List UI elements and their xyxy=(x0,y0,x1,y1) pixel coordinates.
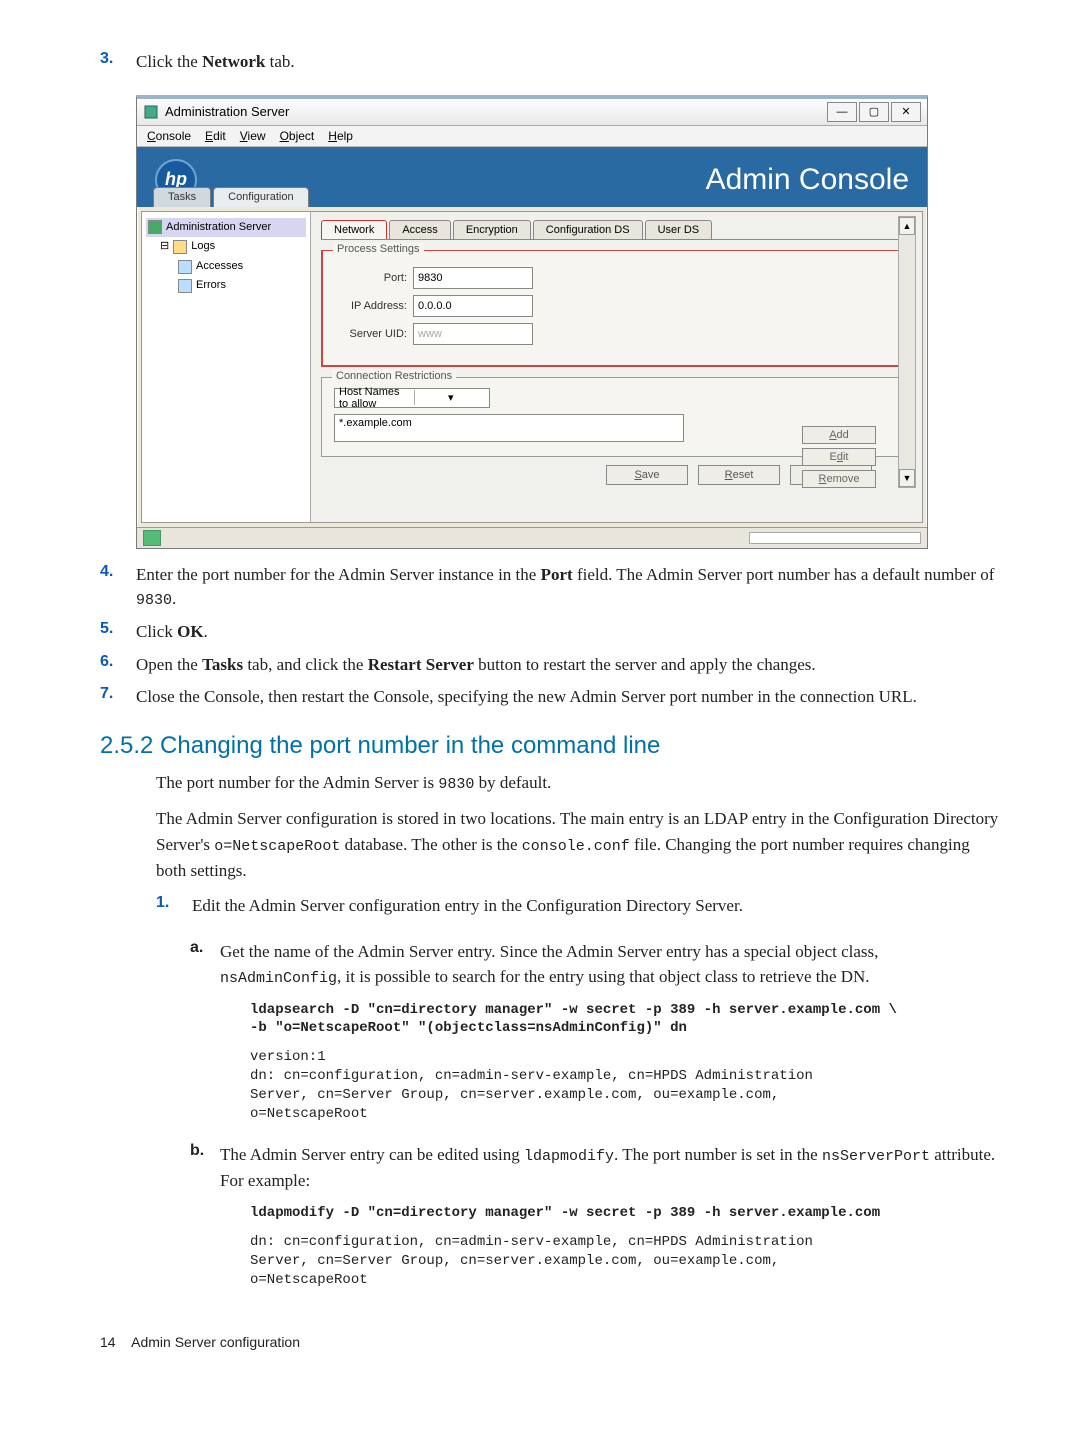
banner: hp Admin Console Tasks Configuration xyxy=(137,147,927,207)
nav-tree: Administration Server ⊟ Logs Accesses Er… xyxy=(142,212,311,522)
tab-configuration[interactable]: Configuration xyxy=(213,187,308,207)
step-text: Click OK. xyxy=(136,620,1000,645)
banner-title: Admin Console xyxy=(706,163,909,207)
ip-input[interactable] xyxy=(413,295,533,317)
code-block: ldapmodify -D "cn=directory manager" -w … xyxy=(250,1204,1000,1223)
tab-user-ds[interactable]: User DS xyxy=(645,220,713,239)
step-number: 3. xyxy=(100,50,136,75)
log-icon xyxy=(178,260,192,274)
tree-logs[interactable]: ⊟ Logs xyxy=(146,237,306,257)
maximize-button[interactable]: ▢ xyxy=(859,102,889,122)
tab-access[interactable]: Access xyxy=(389,220,450,239)
page-footer: 14 Admin Server configuration xyxy=(100,1308,1000,1350)
section-heading: 2.5.2 Changing the port number in the co… xyxy=(100,732,1000,760)
tab-network[interactable]: Network xyxy=(321,220,387,239)
step-text: Open the Tasks tab, and click the Restar… xyxy=(136,653,1000,678)
paragraph: The Admin Server configuration is stored… xyxy=(156,806,1000,884)
step-text: Close the Console, then restart the Cons… xyxy=(136,685,1000,710)
folder-icon xyxy=(173,240,187,254)
scroll-up-icon[interactable]: ▲ xyxy=(899,217,915,235)
menu-view[interactable]: View xyxy=(240,129,266,143)
port-input[interactable] xyxy=(413,267,533,289)
step-number: 6. xyxy=(100,653,136,678)
minimize-button[interactable]: — xyxy=(827,102,857,122)
uid-input[interactable] xyxy=(413,323,533,345)
tree-errors[interactable]: Errors xyxy=(146,276,306,296)
port-label: Port: xyxy=(335,272,407,284)
add-button[interactable]: Add xyxy=(802,426,876,444)
statusbar xyxy=(137,527,927,548)
tree-accesses[interactable]: Accesses xyxy=(146,257,306,277)
step-number: 4. xyxy=(100,563,136,612)
remove-button[interactable]: Remove xyxy=(802,470,876,488)
progress-bar xyxy=(749,532,921,544)
step-text: Click the Network tab. xyxy=(136,50,1000,75)
chevron-down-icon: ▾ xyxy=(414,390,488,405)
step-number: 5. xyxy=(100,620,136,645)
process-settings-group: Process Settings Port: IP Address: Serve… xyxy=(321,250,912,367)
status-icon xyxy=(143,530,161,546)
hostnames-list[interactable]: *.example.com xyxy=(334,414,684,442)
tab-encryption[interactable]: Encryption xyxy=(453,220,531,239)
step-text: Edit the Admin Server configuration entr… xyxy=(192,894,1000,919)
tab-tasks[interactable]: Tasks xyxy=(153,187,211,207)
step-number: 1. xyxy=(156,894,192,919)
close-button[interactable]: ✕ xyxy=(891,102,921,122)
menu-help[interactable]: Help xyxy=(328,129,353,143)
substep-text: The Admin Server entry can be edited usi… xyxy=(220,1142,1000,1300)
substep-letter: a. xyxy=(190,939,220,1134)
code-block: ldapsearch -D "cn=directory manager" -w … xyxy=(250,1001,1000,1039)
menu-object[interactable]: Object xyxy=(280,129,315,143)
scroll-down-icon[interactable]: ▼ xyxy=(899,469,915,487)
reset-button[interactable]: Reset xyxy=(698,465,780,485)
edit-button[interactable]: Edit xyxy=(802,448,876,466)
menu-edit[interactable]: Edit xyxy=(205,129,226,143)
menubar: Console Edit View Object Help xyxy=(137,126,927,147)
substep-letter: b. xyxy=(190,1142,220,1300)
window-titlebar: Administration Server — ▢ ✕ xyxy=(137,99,927,126)
tab-config-ds[interactable]: Configuration DS xyxy=(533,220,643,239)
code-block: dn: cn=configuration, cn=admin-serv-exam… xyxy=(250,1233,1000,1290)
step-number: 7. xyxy=(100,685,136,710)
scrollbar[interactable]: ▲ ▼ xyxy=(898,216,916,488)
uid-label: Server UID: xyxy=(335,328,407,340)
app-icon xyxy=(143,104,159,120)
save-button[interactable]: Save xyxy=(606,465,688,485)
code-block: version:1 dn: cn=configuration, cn=admin… xyxy=(250,1048,1000,1124)
tree-admin-server[interactable]: Administration Server xyxy=(146,218,306,238)
window-title: Administration Server xyxy=(165,104,289,119)
group-title: Process Settings xyxy=(333,243,424,255)
server-icon xyxy=(148,220,162,234)
screenshot-window: Administration Server — ▢ ✕ Console Edit… xyxy=(136,95,928,549)
substep-text: Get the name of the Admin Server entry. … xyxy=(220,939,1000,1134)
step-text: Enter the port number for the Admin Serv… xyxy=(136,563,1000,612)
menu-console[interactable]: Console xyxy=(147,129,191,143)
hostnames-combo[interactable]: Host Names to allow▾ xyxy=(334,388,490,408)
log-icon xyxy=(178,279,192,293)
ip-label: IP Address: xyxy=(335,300,407,312)
paragraph: The port number for the Admin Server is … xyxy=(156,770,1000,797)
group-title: Connection Restrictions xyxy=(332,370,456,382)
